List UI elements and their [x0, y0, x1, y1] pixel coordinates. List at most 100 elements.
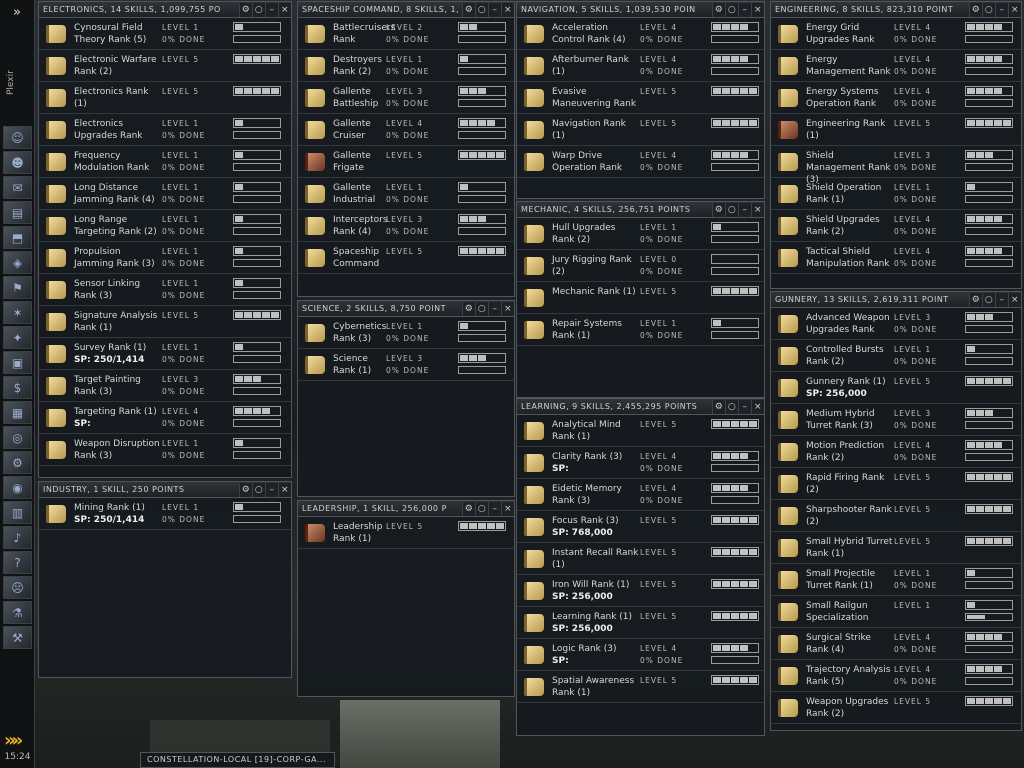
neocom-menu-arrow[interactable]: »» [4, 730, 23, 751]
info-icon[interactable]: ? [3, 551, 32, 574]
skill-row[interactable]: Controlled Bursts Rank (2) LEVEL 1 0% DONE [771, 340, 1021, 372]
skill-row[interactable]: Trajectory Analysis Rank (5) LEVEL 4 0% DO… [771, 660, 1021, 692]
close-icon[interactable]: × [751, 2, 764, 17]
settings-icon[interactable]: ⚙ [712, 399, 725, 414]
corporation-icon[interactable]: ⚑ [3, 276, 32, 299]
skill-row[interactable]: Mining Rank (1) SP: 250/1,414 LEVEL 1 0% DO… [39, 498, 291, 530]
skill-window-spaceship[interactable]: SPACESHIP COMMAND, 8 SKILLS, 1, ⚙ ○ – × Battl… [297, 1, 515, 297]
settings-icon[interactable]: ⚙ [969, 2, 982, 17]
skill-row[interactable]: Eidetic Memory Rank (3) LEVEL 4 0% DONE [517, 479, 764, 511]
skill-row[interactable]: Electronics Rank (1) LEVEL 5 [39, 82, 291, 114]
skill-row[interactable]: Cybernetics Rank (3) LEVEL 1 0% DONE [298, 317, 514, 349]
skill-row[interactable]: Tactical Shield Manipulation Rank LEVEL 4… [771, 242, 1021, 274]
window-header[interactable]: SCIENCE, 2 SKILLS, 8,750 POINT ⚙ ○ – × [298, 301, 514, 317]
pin-icon[interactable]: ○ [982, 292, 995, 307]
close-icon[interactable]: × [278, 2, 291, 17]
close-icon[interactable]: × [501, 501, 514, 516]
skill-window-gunnery[interactable]: GUNNERY, 13 SKILLS, 2,619,311 POINT ⚙ ○ – × A… [770, 291, 1022, 731]
skill-row[interactable]: Energy Systems Operation Rank LEVEL 4 0% D… [771, 82, 1021, 114]
skill-row[interactable]: Gallente Battleship LEVEL 3 0% DONE [298, 82, 514, 114]
notepad-icon[interactable]: ▤ [3, 201, 32, 224]
wallet-icon[interactable]: $ [3, 376, 32, 399]
skill-row[interactable]: Energy Grid Upgrades Rank LEVEL 4 0% DONE [771, 18, 1021, 50]
skill-row[interactable]: Navigation Rank (1) LEVEL 5 [517, 114, 764, 146]
skill-row[interactable]: Gallente Industrial LEVEL 1 0% DONE [298, 178, 514, 210]
skill-row[interactable]: Propulsion Jamming Rank (3) LEVEL 1 0% DON… [39, 242, 291, 274]
skill-row[interactable]: Survey Rank (1) SP: 250/1,414 LEVEL 1 0% DO… [39, 338, 291, 370]
minimize-icon[interactable]: – [995, 2, 1008, 17]
help-lifebuoy-icon[interactable]: ◎ [3, 426, 32, 449]
skill-row[interactable]: Shield Upgrades Rank (2) LEVEL 4 0% DONE [771, 210, 1021, 242]
minimize-icon[interactable]: – [995, 292, 1008, 307]
settings-icon[interactable]: ⚙ [462, 501, 475, 516]
skill-row[interactable]: Gallente Cruiser LEVEL 4 0% DONE [298, 114, 514, 146]
window-header[interactable]: GUNNERY, 13 SKILLS, 2,619,311 POINT ⚙ ○ – × [771, 292, 1021, 308]
pin-icon[interactable]: ○ [725, 399, 738, 414]
skill-row[interactable]: Analytical Mind Rank (1) LEVEL 5 [517, 415, 764, 447]
skill-row[interactable]: Target Painting Rank (3) LEVEL 3 0% DONE [39, 370, 291, 402]
window-header[interactable]: ENGINEERING, 8 SKILLS, 823,310 POINT ⚙ ○ – × [771, 2, 1021, 18]
skill-window-industry[interactable]: INDUSTRY, 1 SKILL, 250 POINTS ⚙ ○ – × Mining … [38, 481, 292, 678]
pin-icon[interactable]: ○ [725, 202, 738, 217]
close-icon[interactable]: × [751, 399, 764, 414]
skill-row[interactable]: Medium Hybrid Turret Rank (3) LEVEL 3 0% D… [771, 404, 1021, 436]
skill-row[interactable]: Surgical Strike Rank (4) LEVEL 4 0% DONE [771, 628, 1021, 660]
browser-icon[interactable]: ◉ [3, 476, 32, 499]
pin-icon[interactable]: ○ [475, 301, 488, 316]
people-icon[interactable]: ☻ [3, 151, 32, 174]
pin-icon[interactable]: ○ [982, 2, 995, 17]
skill-row[interactable]: Gunnery Rank (1) SP: 256,000 LEVEL 5 [771, 372, 1021, 404]
character-icon[interactable]: ☺ [3, 126, 32, 149]
audio-icon[interactable]: ♪ [3, 526, 32, 549]
skill-row[interactable]: Motion Prediction Rank (2) LEVEL 4 0% DONE [771, 436, 1021, 468]
cargo-icon[interactable]: ⬒ [3, 226, 32, 249]
pin-icon[interactable]: ○ [252, 482, 265, 497]
skill-row[interactable]: Engineering Rank (1) LEVEL 5 [771, 114, 1021, 146]
skill-window-navigation[interactable]: NAVIGATION, 5 SKILLS, 1,039,530 POIN ⚙ ○ – ×… [516, 1, 765, 199]
minimize-icon[interactable]: – [738, 202, 751, 217]
minimize-icon[interactable]: – [488, 501, 501, 516]
minimize-icon[interactable]: – [265, 2, 278, 17]
calculator-icon[interactable]: ▦ [3, 401, 32, 424]
chat-tab[interactable]: CONSTELLATION-LOCAL [19]-CORP-GA... [140, 752, 335, 768]
skill-row[interactable]: Weapon Disruption Rank (3) LEVEL 1 0% DONE [39, 434, 291, 466]
settings-icon[interactable]: ⚙ [239, 482, 252, 497]
settings-icon[interactable]: ⚙ [712, 202, 725, 217]
close-icon[interactable]: × [1008, 2, 1021, 17]
industry-icon[interactable]: ⚒ [3, 626, 32, 649]
skill-row[interactable]: Long Distance Jamming Rank (4) LEVEL 1 0% … [39, 178, 291, 210]
minimize-icon[interactable]: – [265, 482, 278, 497]
skill-row[interactable]: Energy Management Rank LEVEL 4 0% DONE [771, 50, 1021, 82]
window-header[interactable]: MECHANIC, 4 SKILLS, 256,751 POINTS ⚙ ○ – × [517, 202, 764, 218]
skill-row[interactable]: Small Projectile Turret Rank (1) LEVEL 1 0… [771, 564, 1021, 596]
skill-row[interactable]: Destroyers Rank (2) LEVEL 1 0% DONE [298, 50, 514, 82]
map-icon[interactable]: ✶ [3, 301, 32, 324]
skill-row[interactable]: Cynosural Field Theory Rank (5) LEVEL 1 0%… [39, 18, 291, 50]
skill-window-electronics[interactable]: ELECTRONICS, 14 SKILLS, 1,099,755 PO ⚙ ○ – ×… [38, 1, 292, 478]
market-icon[interactable]: ◈ [3, 251, 32, 274]
mail-icon[interactable]: ✉ [3, 176, 32, 199]
window-header[interactable]: ELECTRONICS, 14 SKILLS, 1,099,755 PO ⚙ ○ – × [39, 2, 291, 18]
skill-row[interactable]: Warp Drive Operation Rank LEVEL 4 0% DONE [517, 146, 764, 178]
journal-icon[interactable]: ▥ [3, 501, 32, 524]
skill-row[interactable]: Shield Operation Rank (1) LEVEL 1 0% DONE [771, 178, 1021, 210]
pin-icon[interactable]: ○ [475, 2, 488, 17]
settings-icon[interactable]: ⚙ [969, 292, 982, 307]
minimize-icon[interactable]: – [738, 399, 751, 414]
pin-icon[interactable]: ○ [475, 501, 488, 516]
skill-row[interactable]: Focus Rank (3) SP: 768,000 LEVEL 5 [517, 511, 764, 543]
skill-row[interactable]: Signature Analysis Rank (1) LEVEL 5 [39, 306, 291, 338]
skill-row[interactable]: Mechanic Rank (1) LEVEL 5 [517, 282, 764, 314]
close-icon[interactable]: × [1008, 292, 1021, 307]
fitting-icon[interactable]: ⚙ [3, 451, 32, 474]
skill-row[interactable]: Sensor Linking Rank (3) LEVEL 1 0% DONE [39, 274, 291, 306]
skill-row[interactable]: Hull Upgrades Rank (2) LEVEL 1 0% DONE [517, 218, 764, 250]
settings-icon[interactable]: ⚙ [462, 301, 475, 316]
skill-row[interactable]: Logic Rank (3) SP: LEVEL 4 0% DONE [517, 639, 764, 671]
skill-row[interactable]: Frequency Modulation Rank LEVEL 1 0% DONE [39, 146, 291, 178]
window-header[interactable]: LEADERSHIP, 1 SKILL, 256,000 P ⚙ ○ – × [298, 501, 514, 517]
settings-icon[interactable]: ⚙ [239, 2, 252, 17]
skill-row[interactable]: Evasive Maneuvering Rank LEVEL 5 [517, 82, 764, 114]
skill-row[interactable]: Gallente Frigate LEVEL 5 [298, 146, 514, 178]
minimize-icon[interactable]: – [738, 2, 751, 17]
